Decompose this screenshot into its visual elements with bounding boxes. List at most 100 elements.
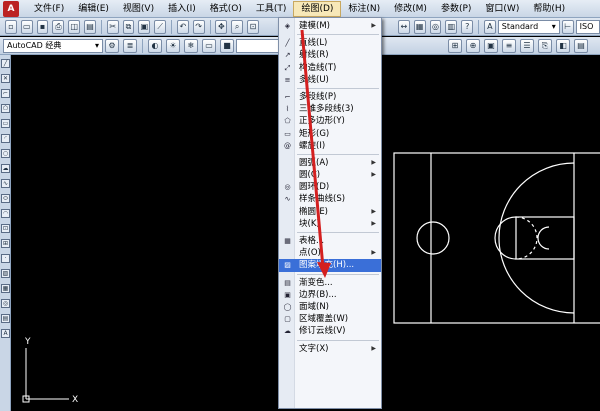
toolpalettes-icon[interactable]: ▥ (445, 19, 458, 34)
menu-item[interactable]: 修改(M) (387, 1, 434, 17)
draw-menu-item-label: 圆环(D) (299, 182, 330, 193)
linetype-icon[interactable]: ≡ (502, 38, 516, 53)
menu-item[interactable]: 绘图(D) (293, 0, 342, 17)
redo-icon[interactable]: ↷ (192, 19, 205, 34)
menu-item[interactable]: 格式(O) (203, 1, 249, 17)
draw-menu-item[interactable]: ⌐ 多段线(P) (279, 91, 381, 103)
draw-menu-item[interactable]: 圆弧(A) ▶ (279, 157, 381, 169)
new-icon[interactable]: ▫ (5, 19, 17, 34)
draw-menu-item[interactable]: ▦ 表格... (279, 235, 381, 247)
spline-icon[interactable]: ∿ (1, 179, 10, 188)
draw-menu-item[interactable]: ◎ 圆环(D) (279, 181, 381, 193)
gradient-icon[interactable]: ▦ (1, 284, 10, 293)
properties-icon[interactable]: ▦ (413, 19, 426, 34)
draw-menu-item[interactable]: ▣ 边界(B)... (279, 289, 381, 301)
cut-icon[interactable]: ✂ (106, 19, 119, 34)
text-style-icon[interactable]: A (483, 19, 496, 34)
ellipse-arc-icon[interactable]: ◠ (1, 209, 10, 218)
draw-menu-item[interactable]: ⌇ 三维多段线(3) (279, 103, 381, 115)
make-block-icon[interactable]: ⊞ (1, 239, 10, 248)
draw-menu-item[interactable]: ⤢ 构造线(T) (279, 62, 381, 74)
draw-menu-item[interactable]: ▨ 图案填充(H)... (279, 259, 381, 272)
circle-icon[interactable]: ○ (1, 149, 10, 158)
zoom-window-icon[interactable]: ⊡ (247, 19, 259, 34)
menu-item[interactable]: 插入(I) (161, 1, 203, 17)
open-icon[interactable]: ▭ (20, 19, 33, 34)
autocad-logo-icon[interactable]: A (3, 0, 19, 17)
menu-item[interactable]: 标注(N) (341, 1, 387, 17)
ellipse-icon[interactable]: ⬭ (1, 194, 10, 203)
workspace-select[interactable]: AutoCAD 经典 ▾ (3, 38, 103, 53)
draw-menu-item[interactable]: ≡ 多线(U) (279, 74, 381, 86)
menu-item[interactable]: 工具(T) (249, 1, 294, 17)
draw-menu-item[interactable]: ◈ 建模(M) ▶ (279, 20, 381, 32)
draw-menu-item[interactable]: ▢ 区域覆盖(W) (279, 313, 381, 325)
menu-item[interactable]: 帮助(H) (526, 1, 572, 17)
lineweight-icon[interactable]: ☰ (520, 38, 534, 53)
match-properties-icon[interactable]: ⟋ (154, 19, 167, 34)
undo-icon[interactable]: ↶ (176, 19, 189, 34)
draw-menu-item[interactable]: ↗ 射线(R) (279, 49, 381, 61)
designcenter-icon[interactable]: ◎ (429, 19, 442, 34)
draw-menu-item[interactable]: ◯ 面域(N) (279, 301, 381, 313)
menu-item[interactable]: 视图(V) (116, 1, 161, 17)
draw-menu-item-label: 三维多段线(3) (299, 104, 354, 115)
draw-menu-item-label: 直线(L) (299, 38, 328, 49)
print-icon[interactable]: ⎙ (52, 19, 65, 34)
arc-icon[interactable]: ◜ (1, 134, 10, 143)
draw-menu-item[interactable]: 椭圆(E) ▶ (279, 206, 381, 218)
color-control-icon[interactable]: ▣ (484, 38, 498, 53)
insert-block-icon[interactable]: ⊡ (1, 224, 10, 233)
color-swatch-icon[interactable]: ■ (220, 38, 234, 53)
dim-style-icon[interactable]: ⊢ (561, 19, 574, 34)
revcloud-icon[interactable]: ☁ (1, 164, 10, 173)
draw-menu-item[interactable]: @ 螺旋(I) (279, 140, 381, 152)
dim-icon[interactable]: ↔ (397, 19, 410, 34)
line-icon[interactable]: ╱ (1, 59, 10, 68)
ortho-icon[interactable]: ⊞ (448, 38, 462, 53)
dim-style-select[interactable]: ISO (575, 19, 600, 34)
lock-icon[interactable]: ▭ (202, 38, 216, 53)
draw-menu-item[interactable]: ╱ 直线(L) (279, 37, 381, 49)
rectangle-icon[interactable]: ▭ (1, 119, 10, 128)
workspace-settings-icon[interactable]: ⚙ (105, 38, 119, 53)
menu-item[interactable]: 编辑(E) (71, 1, 116, 17)
save-icon[interactable]: ▪ (36, 19, 49, 34)
draw-menu-item[interactable]: ⬠ 正多边形(Y) (279, 115, 381, 127)
preview-icon[interactable]: ◫ (68, 19, 81, 34)
point-icon[interactable]: · (1, 254, 10, 263)
freeze-icon[interactable]: ❄ (184, 38, 198, 53)
layer-previous-icon[interactable]: ◧ (556, 38, 570, 53)
draw-menu-item[interactable]: 圆(C) ▶ (279, 169, 381, 181)
table-icon[interactable]: ▤ (1, 314, 10, 323)
snap-icon[interactable]: ⊕ (466, 38, 480, 53)
menu-item[interactable]: 窗口(W) (478, 1, 526, 17)
lightbulb-icon[interactable]: ☀ (166, 38, 180, 53)
publish-icon[interactable]: ▤ (84, 19, 96, 34)
polyline-icon[interactable]: ⌐ (1, 89, 10, 98)
help-icon[interactable]: ? (461, 19, 474, 34)
mtext-icon[interactable]: A (1, 329, 10, 338)
draw-menu-item[interactable]: ▤ 渐变色... (279, 277, 381, 289)
region-icon[interactable]: ◎ (1, 299, 10, 308)
draw-menu-item[interactable]: ☁ 修订云线(V) (279, 325, 381, 337)
draw-menu-item[interactable]: 块(K) ▶ (279, 218, 381, 230)
pan-icon[interactable]: ✥ (215, 19, 228, 34)
menu-item[interactable]: 参数(P) (434, 1, 478, 17)
text-style-select[interactable]: Standard ▾ (497, 19, 560, 34)
draw-menu-item[interactable]: ▭ 矩形(G) (279, 128, 381, 140)
xline-icon[interactable]: ✕ (1, 74, 10, 83)
layer-state-icon[interactable]: ◐ (148, 38, 162, 53)
layer-manager-icon[interactable]: ≣ (123, 38, 137, 53)
draw-menu-item[interactable]: ∿ 样条曲线(S) (279, 193, 381, 205)
plotstyle-icon[interactable]: ⎘ (538, 38, 552, 53)
paste-icon[interactable]: ▣ (138, 19, 151, 34)
copy-icon[interactable]: ⧉ (122, 19, 135, 34)
polygon-icon[interactable]: ⬠ (1, 104, 10, 113)
draw-menu-item[interactable]: 点(O) ▶ (279, 247, 381, 259)
menu-item[interactable]: 文件(F) (27, 1, 71, 17)
layer-walk-icon[interactable]: ▤ (574, 38, 588, 53)
hatch-icon[interactable]: ▨ (1, 269, 10, 278)
zoom-icon[interactable]: ⌕ (231, 19, 244, 34)
draw-menu-item[interactable]: 文字(X) ▶ (279, 343, 381, 355)
